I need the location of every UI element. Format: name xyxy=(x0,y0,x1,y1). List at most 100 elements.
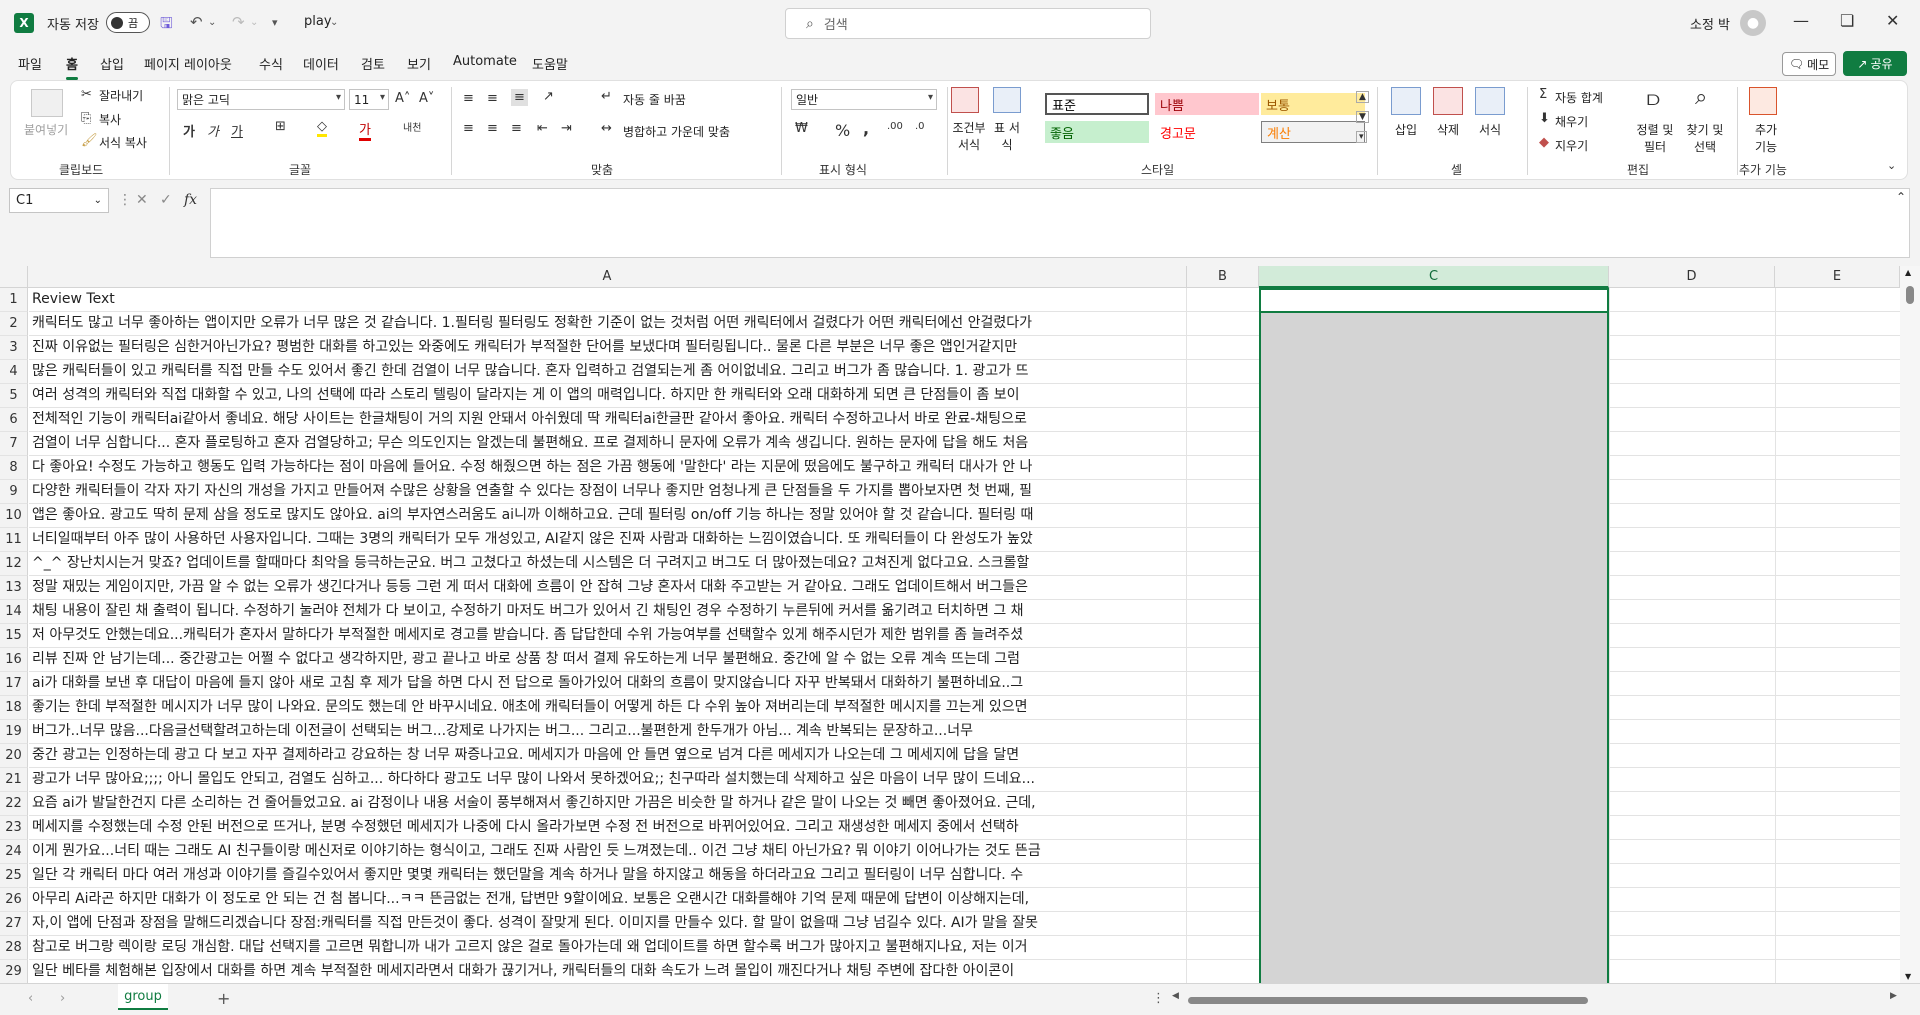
align-top-icon[interactable]: ≡ xyxy=(463,91,474,106)
select-all-corner[interactable] xyxy=(0,266,28,288)
scroll-down-icon[interactable]: ▼ xyxy=(1905,972,1911,981)
cell-a[interactable]: 참고로 버그랑 렉이랑 로딩 개심함. 대답 선택지를 고르면 뭐합니까 내가 … xyxy=(29,936,1187,960)
font-color-icon[interactable]: 가 xyxy=(359,119,371,141)
phonetic-icon[interactable]: 내천 xyxy=(403,119,421,134)
menu-formulas[interactable]: 수식 xyxy=(259,54,283,73)
decrease-decimal-icon[interactable]: .0 xyxy=(915,121,925,132)
cancel-entry-icon[interactable]: ✕ xyxy=(136,192,148,208)
insert-cells-icon[interactable] xyxy=(1391,87,1421,115)
row-header[interactable]: 16 xyxy=(0,648,28,672)
cell-a[interactable]: 요즘 ai가 발달한건지 다른 소리하는 건 줄어들었고요. ai 감정이나 내… xyxy=(29,792,1187,816)
cell-style-item[interactable]: 나쁨 xyxy=(1155,93,1259,115)
find-select-icon[interactable]: ⌕ xyxy=(1695,85,1707,110)
cell-a[interactable]: 아무리 Ai라곤 하지만 대화가 이 정도로 안 되는 건 첨 봅니다...ㅋㅋ… xyxy=(29,888,1187,912)
cell-a[interactable]: 캐릭터도 많고 너무 좋아하는 앱이지만 오류가 너무 많은 것 같습니다. 1… xyxy=(29,312,1187,336)
cell-a[interactable]: 자,이 앱에 단점과 장점을 말해드리겠습니다 장점:캐릭터를 직접 만든것이 … xyxy=(29,912,1187,936)
row-header[interactable]: 8 xyxy=(0,456,28,480)
paste-button[interactable]: 붙여넣기 xyxy=(24,121,68,138)
close-icon[interactable]: ✕ xyxy=(1886,11,1899,30)
format-as-table-icon[interactable] xyxy=(993,87,1021,113)
increase-indent-icon[interactable]: ⇥ xyxy=(561,121,572,136)
wrap-text-icon[interactable]: ↵ xyxy=(601,89,612,104)
cell-a[interactable]: ^_^ 장난치시는거 맞죠? 업데이트를 할때마다 최악을 등극하는군요. 버그… xyxy=(29,552,1187,576)
cell-a[interactable]: 정말 재밌는 게임이지만, 가끔 알 수 없는 오류가 생긴다거나 등등 그런 … xyxy=(29,576,1187,600)
more-options-icon[interactable]: ⋮ xyxy=(1152,991,1165,1006)
autosave-toggle[interactable]: 끔 xyxy=(106,12,150,33)
cell-style-item[interactable]: 좋음 xyxy=(1045,121,1149,143)
cell-style-item[interactable]: 표준 xyxy=(1045,93,1149,115)
user-name[interactable]: 소정 박 xyxy=(1690,14,1730,33)
cell-a[interactable]: 리뷰 진짜 안 남기는데... 중간광고는 어쩔 수 없다고 생각하지만, 광고… xyxy=(29,648,1187,672)
row-header[interactable]: 10 xyxy=(0,504,28,528)
menu-review[interactable]: 검토 xyxy=(361,54,385,73)
row-header[interactable]: 18 xyxy=(0,696,28,720)
scroll-left-icon[interactable]: ◀ xyxy=(1172,991,1179,1001)
italic-icon[interactable]: 가 xyxy=(207,121,219,140)
align-bottom-icon[interactable]: ≡ xyxy=(511,89,528,106)
row-header[interactable]: 7 xyxy=(0,432,28,456)
cell-a[interactable]: 메세지를 수정했는데 수정 안된 버전으로 뜨거나, 분명 수정했던 메세지가 … xyxy=(29,816,1187,840)
cell-a[interactable]: 버그가..너무 많음...다음글선택할려고하는데 이전글이 선택되는 버그...… xyxy=(29,720,1187,744)
increase-font-icon[interactable]: A˄ xyxy=(395,91,410,106)
percent-icon[interactable]: % xyxy=(835,121,850,140)
find-select-button[interactable]: 찾기 및 선택 xyxy=(1683,121,1727,155)
autosum-button[interactable]: 자동 합계 xyxy=(1555,89,1603,106)
underline-icon[interactable]: 가 xyxy=(231,121,243,140)
autosum-icon[interactable]: Σ xyxy=(1539,87,1547,102)
horizontal-scroll-thumb[interactable] xyxy=(1188,997,1588,1004)
cell-a[interactable]: 진짜 이유없는 필터링은 심한거아닌가요? 평범한 대화를 하고있는 와중에도 … xyxy=(29,336,1187,360)
align-right-icon[interactable]: ≡ xyxy=(511,121,522,136)
cell-a[interactable]: 너티일때부터 아주 많이 사용하던 사용자입니다. 그때는 3명의 캐릭터가 모… xyxy=(29,528,1187,552)
cell-a[interactable]: 광고가 너무 많아요;;;; 아니 몰입도 안되고, 검열도 심하고... 하다… xyxy=(29,768,1187,792)
font-name-combo[interactable]: 맑은 고딕 ▾ xyxy=(177,89,345,110)
customize-toolbar-icon[interactable]: ▾ xyxy=(272,16,278,29)
user-avatar-icon[interactable]: ● xyxy=(1740,10,1766,36)
decrease-font-icon[interactable]: A˅ xyxy=(419,91,434,106)
redo-icon[interactable]: ↷ xyxy=(232,13,245,31)
filename-dropdown-icon[interactable]: ⌄ xyxy=(330,17,338,28)
bold-icon[interactable]: 가 xyxy=(183,121,195,140)
cell-a[interactable]: 일단 각 캐릭터 마다 여러 개성과 이야기를 즐길수있어서 좋지만 몇몇 캐릭… xyxy=(29,864,1187,888)
vertical-scrollbar[interactable]: ▲ ▼ xyxy=(1900,266,1920,983)
delete-cells-icon[interactable] xyxy=(1433,87,1463,115)
row-header[interactable]: 14 xyxy=(0,600,28,624)
menu-file[interactable]: 파일 xyxy=(18,54,42,73)
fill-button[interactable]: 채우기 xyxy=(1555,113,1588,130)
menu-help[interactable]: 도움말 xyxy=(532,54,568,73)
row-header[interactable]: 19 xyxy=(0,720,28,744)
row-header[interactable]: 20 xyxy=(0,744,28,768)
cell-a[interactable]: 일단 베타를 체험해본 입장에서 대화를 하면 계속 부적절한 메세지라면서 대… xyxy=(29,960,1187,983)
copy-button[interactable]: 복사 xyxy=(99,111,121,128)
formula-input[interactable] xyxy=(210,188,1910,258)
share-button[interactable]: ↗ 공유 xyxy=(1843,51,1907,76)
sheet-tab-group[interactable]: group xyxy=(118,984,168,1010)
undo-icon[interactable]: ↶ xyxy=(190,13,203,31)
font-size-combo[interactable]: 11 ▾ xyxy=(349,89,389,110)
vertical-scroll-thumb[interactable] xyxy=(1906,286,1914,304)
fill-color-icon[interactable]: ◇ xyxy=(317,119,327,137)
menu-page-layout[interactable]: 페이지 레이아웃 xyxy=(144,54,232,73)
align-left-icon[interactable]: ≡ xyxy=(463,121,474,136)
cell-style-item[interactable]: 경고문 xyxy=(1155,121,1259,143)
cell-a[interactable]: 저 아무것도 안했는데요...캐릭터가 혼자서 말하다가 부적절한 메세지로 경… xyxy=(29,624,1187,648)
search-box[interactable]: ⌕ 검색 xyxy=(785,8,1151,39)
row-header[interactable]: 26 xyxy=(0,888,28,912)
row-header[interactable]: 5 xyxy=(0,384,28,408)
cell-a[interactable]: 다 좋아요! 수정도 가능하고 행동도 입력 가능하다는 점이 마음에 들어요.… xyxy=(29,456,1187,480)
restore-icon[interactable]: ❏ xyxy=(1840,11,1854,30)
insert-function-icon[interactable]: fx xyxy=(184,192,197,208)
column-header-e[interactable]: E xyxy=(1775,266,1900,288)
addins-button[interactable]: 추가 기능 xyxy=(1753,121,1779,155)
clear-button[interactable]: 지우기 xyxy=(1555,137,1588,154)
decrease-indent-icon[interactable]: ⇤ xyxy=(537,121,548,136)
minimize-icon[interactable]: — xyxy=(1793,11,1809,30)
format-cells-icon[interactable] xyxy=(1475,87,1505,115)
insert-cells-button[interactable]: 삽입 xyxy=(1395,121,1417,138)
add-sheet-icon[interactable]: + xyxy=(217,989,230,1008)
collapse-formula-icon[interactable]: ⌃ xyxy=(1896,190,1906,204)
align-center-icon[interactable]: ≡ xyxy=(487,121,498,136)
gallery-more-icon[interactable]: ▾ xyxy=(1356,131,1367,143)
paste-icon[interactable] xyxy=(31,89,63,117)
active-cell-c1[interactable] xyxy=(1259,288,1609,313)
comma-icon[interactable]: , xyxy=(863,119,869,138)
